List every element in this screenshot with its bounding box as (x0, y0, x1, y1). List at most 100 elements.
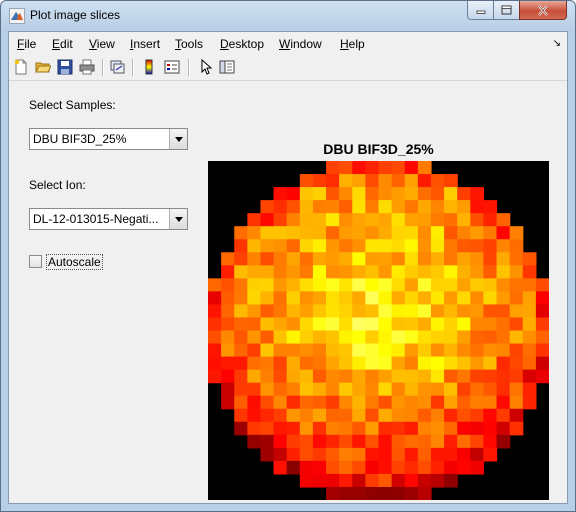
pointer-icon[interactable] (197, 58, 215, 76)
heatmap-pixel (247, 252, 262, 266)
autoscale-label[interactable]: Autoscale (46, 254, 103, 270)
save-icon[interactable] (56, 58, 74, 76)
show-plot-tools-icon[interactable] (218, 58, 236, 76)
heatmap-pixel (496, 421, 511, 436)
autoscale-checkbox[interactable] (29, 255, 42, 268)
heatmap-pixel (483, 265, 498, 279)
heatmap-pixel (286, 356, 301, 371)
heatmap-pixel (326, 213, 340, 227)
heatmap-pixel (273, 265, 288, 279)
heatmap-pixel (444, 473, 458, 488)
chevron-down-icon (174, 216, 183, 222)
heatmap-pixel (365, 447, 380, 462)
heatmap-pixel (365, 161, 380, 175)
heatmap-pixel (470, 382, 485, 397)
heatmap-pixel (457, 421, 471, 436)
heatmap-pixel (260, 343, 275, 358)
menu-desktop[interactable]: Desktop (220, 37, 264, 51)
heatmap-pixel (430, 421, 445, 436)
link-plot-icon[interactable] (108, 58, 126, 76)
minimize-icon (476, 10, 485, 14)
heatmap-pixel (496, 265, 511, 279)
maximize-button[interactable] (493, 1, 520, 20)
heatmap-pixel (430, 460, 445, 475)
insert-colorbar-icon[interactable] (140, 58, 158, 76)
heatmap-pixel (444, 369, 458, 384)
heatmap-pixel (247, 278, 262, 292)
heatmap-pixel (470, 434, 485, 449)
heatmap-pixel (483, 252, 498, 266)
heatmap-pixel (391, 447, 406, 462)
heatmap-pixel (247, 421, 262, 436)
heatmap-pixel (286, 278, 301, 292)
heatmap-pixel (234, 226, 248, 240)
ion-dropdown[interactable]: DL-12-013015-Negati... (29, 208, 188, 230)
heatmap-pixel (365, 291, 380, 306)
menu-window[interactable]: Window (279, 37, 322, 51)
heatmap-pixel (273, 356, 288, 371)
heatmap-pixel (326, 278, 340, 292)
heatmap-pixel (312, 460, 327, 475)
heatmap-pixel (417, 304, 432, 319)
heatmap-pixel (470, 460, 485, 475)
heatmap-pixel (234, 278, 248, 292)
heatmap-pixel (260, 213, 275, 227)
heatmap-pixel (470, 447, 485, 462)
heatmap-pixel (326, 317, 340, 332)
heatmap-pixel (299, 460, 314, 475)
samples-dropdown[interactable]: DBU BIF3D_25% (29, 128, 188, 150)
heatmap-pixel (404, 473, 419, 488)
heatmap-pixel (509, 226, 524, 240)
heatmap-pixel (522, 265, 537, 279)
heatmap-pixel (391, 187, 406, 201)
heatmap-pixel (404, 278, 419, 292)
heatmap-pixel (457, 434, 471, 449)
heatmap-pixel (286, 408, 301, 423)
heatmap-pixel (444, 382, 458, 397)
heatmap-pixel (286, 382, 301, 397)
heatmap-pixel (339, 239, 353, 253)
heatmap-pixel (286, 252, 301, 266)
samples-dropdown-arrow[interactable] (169, 129, 187, 149)
heatmap-pixel (273, 239, 288, 253)
menu-file[interactable]: File (17, 37, 36, 51)
heatmap-pixel (391, 252, 406, 266)
heatmap-pixel (326, 460, 340, 475)
ion-dropdown-arrow[interactable] (169, 209, 187, 229)
heatmap-pixel (483, 200, 498, 214)
menu-view[interactable]: View (89, 37, 115, 51)
heatmap-pixel (286, 369, 301, 384)
heatmap-pixel (444, 187, 458, 201)
heatmap-pixel (312, 265, 327, 279)
open-file-icon[interactable] (34, 58, 52, 76)
new-figure-icon[interactable] (12, 58, 30, 76)
minimize-button[interactable] (467, 1, 494, 20)
heatmap-pixel (247, 265, 262, 279)
insert-legend-icon[interactable] (163, 58, 181, 76)
heatmap-pixel (326, 265, 340, 279)
heatmap-pixel (339, 304, 353, 319)
print-icon[interactable] (78, 58, 96, 76)
menu-insert[interactable]: Insert (130, 37, 160, 51)
menu-edit[interactable]: Edit (52, 37, 73, 51)
heatmap-pixel (312, 291, 327, 306)
heatmap-pixel (299, 187, 314, 201)
menu-help[interactable]: Help (340, 37, 365, 51)
heatmap-pixel (312, 330, 327, 345)
matlab-figure-window: Plot image slices File Edit View Insert … (0, 0, 576, 512)
close-button[interactable] (519, 1, 567, 20)
heatmap-pixel (417, 239, 432, 253)
heatmap-pixel (234, 356, 248, 371)
heatmap-pixel (326, 369, 340, 384)
title-bar[interactable]: Plot image slices (1, 1, 575, 31)
heatmap-pixel (404, 239, 419, 253)
heatmap-pixel (430, 343, 445, 358)
heatmap-pixel (339, 187, 353, 201)
heatmap-pixel (378, 317, 393, 332)
menu-tools[interactable]: Tools (175, 37, 203, 51)
heatmap-pixel (457, 265, 471, 279)
heatmap-pixel (417, 317, 432, 332)
image-slice-plot[interactable] (208, 161, 549, 500)
dock-arrow-icon[interactable]: ↘ (553, 38, 561, 49)
heatmap-pixel (339, 421, 353, 436)
